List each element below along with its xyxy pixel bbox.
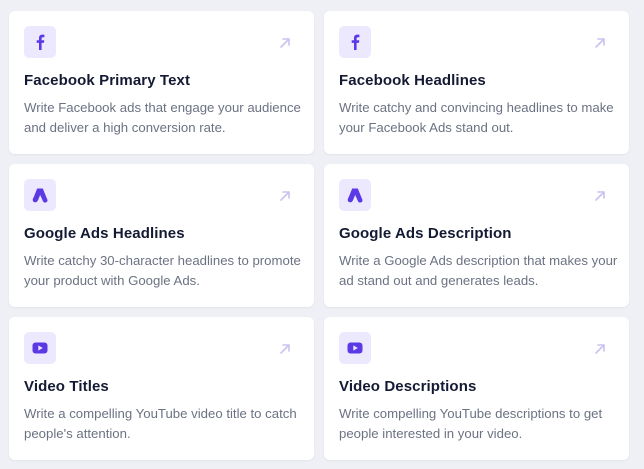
card-facebook-headlines[interactable]: Facebook Headlines Write catchy and conv… (324, 11, 629, 154)
arrow-up-right-icon (280, 191, 290, 201)
card-google-ads-description[interactable]: Google Ads Description Write a Google Ad… (324, 164, 629, 307)
arrow-up-right-icon (595, 344, 605, 354)
arrow-up-right-icon (280, 344, 290, 354)
card-facebook-primary-text[interactable]: Facebook Primary Text Write Facebook ads… (9, 11, 314, 154)
facebook-icon (24, 26, 56, 58)
google-ads-icon (24, 179, 56, 211)
youtube-icon (24, 332, 56, 364)
card-description: Write a Google Ads description that make… (339, 253, 618, 288)
facebook-icon (339, 26, 371, 58)
card-description: Write catchy and convincing headlines to… (339, 100, 614, 135)
arrow-up-right-icon (595, 38, 605, 48)
arrow-up-right-icon (595, 191, 605, 201)
card-title: Video Descriptions (339, 378, 477, 395)
card-description: Write Facebook ads that engage your audi… (24, 100, 301, 135)
card-description: Write catchy 30-character headlines to p… (24, 253, 301, 288)
card-title: Video Titles (24, 378, 109, 395)
arrow-up-right-icon (280, 38, 290, 48)
card-video-titles[interactable]: Video Titles Write a compelling YouTube … (9, 317, 314, 460)
card-title: Facebook Headlines (339, 72, 486, 89)
card-title: Google Ads Headlines (24, 225, 185, 242)
card-description: Write compelling YouTube descriptions to… (339, 406, 603, 441)
template-grid: Facebook Primary Text Write Facebook ads… (0, 0, 644, 469)
card-description: Write a compelling YouTube video title t… (24, 406, 297, 441)
google-ads-icon (339, 179, 371, 211)
youtube-icon (339, 332, 371, 364)
card-title: Google Ads Description (339, 225, 512, 242)
card-video-descriptions[interactable]: Video Descriptions Write compelling YouT… (324, 317, 629, 460)
card-google-ads-headlines[interactable]: Google Ads Headlines Write catchy 30-cha… (9, 164, 314, 307)
card-title: Facebook Primary Text (24, 72, 191, 89)
